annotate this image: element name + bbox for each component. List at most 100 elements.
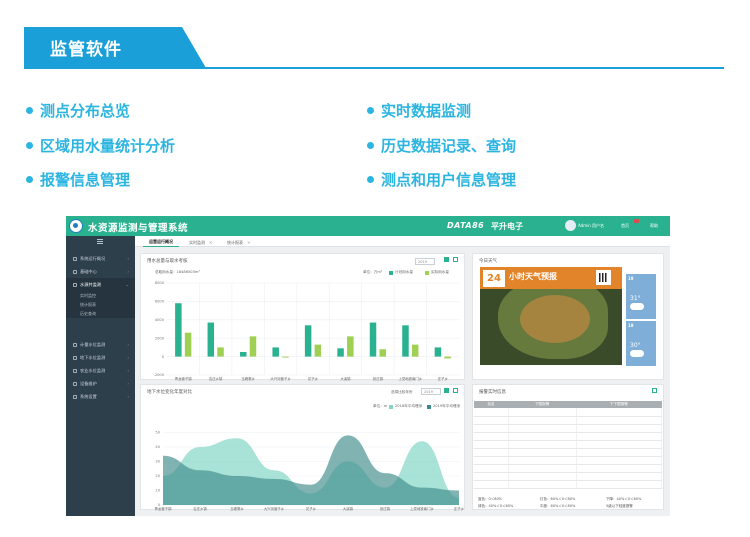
table-row[interactable] <box>474 416 663 425</box>
sidebar-item[interactable]: 系统运行概况 › <box>66 252 135 265</box>
bar <box>314 344 322 357</box>
table-icon[interactable] <box>652 388 657 393</box>
x-tick-label: 大兴河营子乡 <box>264 506 285 511</box>
sidebar: 系统运行概况 › 基础中心 › 水源井监测 ⌄ 实时监控 统计报表 历史查询 计量水位… <box>66 236 135 516</box>
sidebar-item[interactable]: 计量水位监测 › <box>66 338 135 351</box>
table-row[interactable] <box>474 456 663 465</box>
home-link[interactable]: 首页 <box>621 223 629 229</box>
menu-icon[interactable] <box>97 239 103 240</box>
help-link[interactable]: 帮助 <box>650 223 658 229</box>
x-tick-label: 大溪镇 <box>340 376 351 381</box>
y-tick-label: 2000 <box>155 336 165 340</box>
sidebar-item[interactable]: 地下水位监测 › <box>66 351 135 364</box>
header-title: 监管软件 <box>50 40 122 60</box>
usage-bar-chart: -2000 0 2000 4000 6000 8000 青龙营子镇 吉庄乡镇 玉峰寨乡 大兴河营子… <box>154 281 459 381</box>
bar <box>249 336 257 357</box>
y-tick-label: 4000 <box>155 318 165 322</box>
sidebar-item[interactable]: 基础中心 › <box>66 265 135 278</box>
chevron-icon: › <box>127 394 129 399</box>
close-icon[interactable]: × <box>247 240 250 245</box>
avatar[interactable] <box>565 220 576 231</box>
forecast-hours: 24 <box>483 270 505 287</box>
bar <box>379 349 386 357</box>
chevron-icon: › <box>127 342 129 347</box>
app-screenshot: 水资源监测与管理系统 DATA86 平升电子 Admin 用户名 首页 帮助 系… <box>66 216 670 516</box>
page: 监管软件 测点分布总览 实时数据监测 区域用水量统计分析 历史数据记录、查询 报… <box>0 0 750 537</box>
sidebar-item[interactable]: 系统设置 › <box>66 390 135 403</box>
x-tick-label: 大兴河营子乡 <box>270 376 291 381</box>
table-row[interactable] <box>474 448 663 457</box>
legend-note: 5级以下轻度报警 <box>606 504 633 508</box>
y-tick-label: 8000 <box>155 281 165 285</box>
forecast-title: 小时天气预报 <box>509 272 557 281</box>
x-tick-label: 上党地铁南门乡 <box>410 506 434 511</box>
level-panel: 地下水位变化年度对比 选择比较年份 2019 单位：m 2018年平均埋深 20… <box>140 384 465 511</box>
sidebar-item[interactable]: 设备维护 › <box>66 377 135 390</box>
bar <box>184 332 192 357</box>
usage-panel: 用水总量与取水考核 2019 总取用水量：18486503m³ 单位：万m³ 计… <box>140 253 465 381</box>
bullet-dot-icon <box>26 107 33 114</box>
close-icon[interactable]: × <box>209 240 212 245</box>
chevron-icon: › <box>127 256 129 261</box>
table-header: 站名 下限报警 下下限报警 <box>474 401 662 408</box>
weather-card: 19 31° <box>626 274 656 319</box>
bullet-dot-icon <box>367 176 374 183</box>
table-row[interactable] <box>474 480 663 489</box>
y-tick-label: 0 <box>162 355 165 359</box>
brand-name: 平升电子 <box>491 222 523 231</box>
monitor-icon <box>73 256 77 261</box>
app-title: 水资源监测与管理系统 <box>88 223 189 234</box>
map-region <box>520 295 590 343</box>
bar <box>411 344 419 357</box>
chevron-down-icon: ⌄ <box>125 282 129 287</box>
user-menu[interactable]: Admin 用户名 <box>578 223 604 229</box>
sidebar-subitem[interactable]: 统计报表 <box>66 300 135 309</box>
sidebar-subitem[interactable]: 实时监控 <box>66 291 135 300</box>
bar <box>444 356 451 359</box>
feature-item: 区域用水量统计分析 <box>26 135 175 156</box>
section-header: 监管软件 <box>24 27 724 71</box>
x-tick-label: 庄子乡 <box>454 506 465 511</box>
bullet-dot-icon <box>367 142 374 149</box>
weather-map[interactable]: 24 小时天气预报 <box>480 267 622 365</box>
table-row[interactable] <box>474 408 663 417</box>
bar <box>175 303 182 357</box>
legend-note: 蓝色：0＜80% <box>478 497 503 501</box>
table-row[interactable] <box>474 464 663 473</box>
x-tick-label: 青龙营子镇 <box>175 376 193 381</box>
bar <box>272 347 279 357</box>
table-row[interactable] <box>474 472 663 481</box>
legend-note: 下降：40%＜0＜60% <box>606 497 642 501</box>
level-area-chart: 01020304050青龙营子镇 吉庄乡镇 玉峰寨乡 大兴河营子乡 花子乡 大溪镇 张庄镇上… <box>155 431 465 511</box>
legend-note: 中度：60%＜0＜80% <box>540 504 576 508</box>
x-tick-label: 玉峰寨乡 <box>230 506 244 511</box>
cloud-icon <box>630 303 644 310</box>
chevron-icon: › <box>127 269 129 274</box>
qr-code-icon <box>596 270 611 285</box>
app-logo-icon <box>69 219 83 233</box>
bar <box>240 352 247 357</box>
y-tick-label: 50 <box>155 431 160 435</box>
x-tick-label: 玉峰寨乡 <box>241 376 255 381</box>
chevron-icon: › <box>127 355 129 360</box>
sidebar-subitem[interactable]: 历史查询 <box>66 309 135 318</box>
x-tick-label: 吉庄乡镇 <box>209 376 223 381</box>
sidebar-item[interactable]: 农业水位监测 › <box>66 364 135 377</box>
bar <box>434 347 442 357</box>
y-tick-label: 10 <box>155 489 160 493</box>
table-row[interactable] <box>474 440 663 449</box>
tab-realtime[interactable]: 实时监测 × <box>183 238 218 247</box>
y-tick-label: 6000 <box>155 300 165 304</box>
weather-card: 19 30° <box>626 321 656 366</box>
tab-overview[interactable]: 运营运行概况 <box>143 238 179 247</box>
sidebar-item-active[interactable]: 水源井监测 ⌄ <box>66 278 135 291</box>
x-tick-label: 张庄镇 <box>373 376 384 381</box>
tab-report[interactable]: 统计报表 × <box>221 238 256 247</box>
grid-icon <box>73 269 77 274</box>
bar <box>207 322 215 357</box>
gear-icon <box>73 394 77 399</box>
table-row[interactable] <box>474 424 663 433</box>
x-tick-label: 张庄镇 <box>380 506 391 511</box>
y-tick-label: 40 <box>155 445 160 449</box>
table-row[interactable] <box>474 432 663 441</box>
